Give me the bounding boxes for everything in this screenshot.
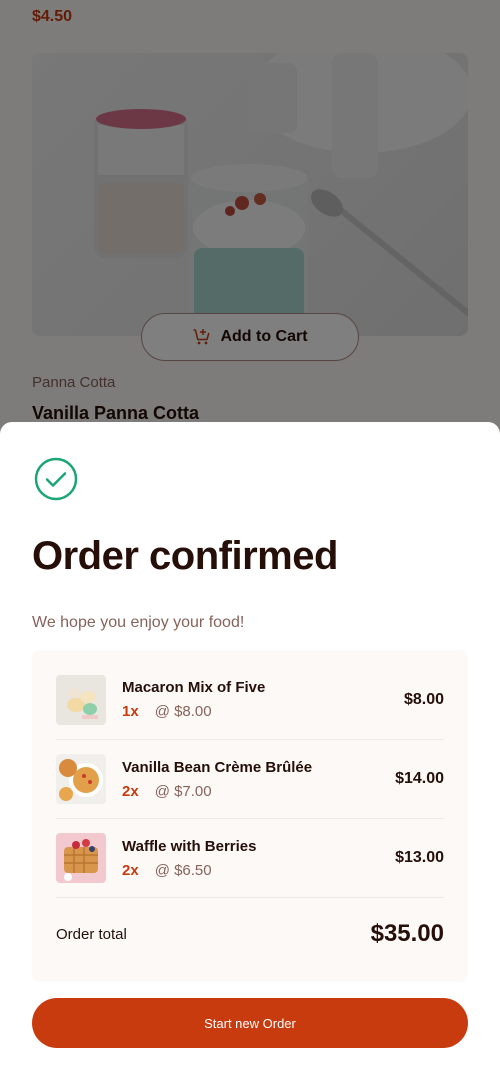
- creme-brulee-thumbnail: [56, 754, 106, 804]
- item-total: $8.00: [403, 690, 444, 708]
- item-quantity: 2x: [122, 782, 139, 800]
- item-unit-price: @ $7.00: [154, 782, 212, 800]
- item-unit-price: @ $6.50: [154, 861, 212, 879]
- start-new-order-button[interactable]: Start new Order: [32, 998, 468, 1048]
- order-total-value: $35.00: [370, 920, 444, 947]
- item-quantity: 2x: [122, 861, 139, 879]
- modal-title: Order confirmed: [32, 534, 338, 578]
- waffle-thumbnail: [56, 833, 106, 883]
- item-quantity: 1x: [122, 703, 139, 720]
- order-total-row: Order total $35.00: [56, 898, 444, 970]
- item-name: Macaron Mix of Five: [122, 679, 266, 696]
- order-summary: Macaron Mix of Five 1x @ $8.00 $8.00 Van…: [32, 650, 468, 982]
- order-confirmation-modal: Order confirmed We hope you enjoy your f…: [0, 422, 500, 1080]
- item-name: Vanilla Bean Crème Brûlée: [122, 758, 313, 776]
- item-name: Waffle with Berries: [122, 837, 257, 855]
- macaron-thumbnail: [56, 674, 106, 725]
- item-total: $14.00: [395, 770, 444, 787]
- check-circle-icon: [34, 457, 78, 501]
- order-item: Vanilla Bean Crème Brûlée 2x @ $7.00 $14…: [56, 740, 444, 819]
- order-total-label: Order total: [56, 925, 127, 943]
- item-unit-price: @ $8.00: [154, 703, 212, 720]
- order-item: Waffle with Berries 2x @ $6.50 $13.00: [56, 819, 444, 898]
- item-total: $13.00: [395, 849, 444, 866]
- modal-subtitle: We hope you enjoy your food!: [32, 614, 245, 631]
- order-item: Macaron Mix of Five 1x @ $8.00 $8.00: [56, 650, 444, 740]
